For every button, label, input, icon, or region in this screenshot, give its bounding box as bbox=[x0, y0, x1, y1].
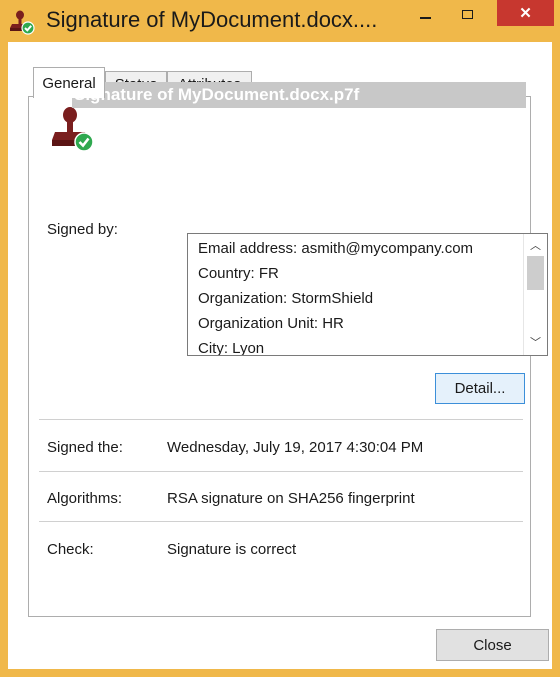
scroll-up-icon[interactable]: ︿ bbox=[524, 236, 547, 256]
title-bar[interactable]: Signature of MyDocument.docx.... ✕ bbox=[0, 0, 560, 42]
check-label: Check: bbox=[47, 541, 94, 558]
divider bbox=[39, 419, 523, 420]
divider bbox=[39, 471, 523, 472]
list-item: City: Lyon bbox=[198, 340, 265, 356]
maximize-icon bbox=[461, 9, 473, 19]
signed-the-value: Wednesday, July 19, 2017 4:30:04 PM bbox=[167, 439, 424, 456]
divider bbox=[39, 521, 523, 522]
algorithms-label: Algorithms: bbox=[47, 490, 123, 507]
signature-file-title: Signature of MyDocument.docx.p7f bbox=[72, 82, 526, 108]
check-status-value: Signature is correct bbox=[167, 541, 297, 558]
scrollbar-thumb[interactable] bbox=[527, 256, 544, 290]
close-button[interactable]: Close bbox=[436, 629, 549, 661]
window-title: Signature of MyDocument.docx.... bbox=[46, 7, 378, 32]
signer-listbox[interactable]: Email address: asmith@mycompany.com Coun… bbox=[187, 233, 548, 356]
list-item: Email address: asmith@mycompany.com bbox=[198, 240, 474, 257]
signed-the-label: Signed the: bbox=[47, 439, 123, 456]
signature-stamp-icon bbox=[52, 107, 94, 152]
minimize-button[interactable] bbox=[408, 0, 442, 28]
maximize-button[interactable] bbox=[450, 0, 484, 28]
detail-button[interactable]: Detail... bbox=[435, 373, 525, 404]
list-item: Country: FR bbox=[198, 265, 279, 282]
algorithms-value: RSA signature on SHA256 fingerprint bbox=[167, 490, 415, 507]
scroll-down-icon[interactable]: ﹀ bbox=[524, 333, 547, 353]
minimize-icon bbox=[419, 17, 431, 19]
signature-stamp-icon bbox=[10, 10, 35, 35]
tab-general[interactable]: General bbox=[33, 67, 105, 98]
close-window-button[interactable]: ✕ bbox=[497, 0, 554, 26]
close-icon: ✕ bbox=[519, 5, 532, 22]
signature-dialog-window: Signature of MyDocument.docx.... ✕ Gener… bbox=[0, 0, 560, 677]
dialog-client-area: General Status Attributes Signed by: Ema… bbox=[8, 42, 552, 669]
signed-by-label: Signed by: bbox=[47, 221, 118, 238]
list-item: Organization: StormShield bbox=[198, 290, 374, 307]
list-item: Organization Unit: HR bbox=[198, 315, 344, 332]
general-tab-panel: Signed by: Email address: asmith@mycompa… bbox=[28, 96, 548, 617]
signer-details-list: Email address: asmith@mycompany.com Coun… bbox=[198, 236, 474, 356]
vertical-scrollbar[interactable]: ︿ ﹀ bbox=[523, 234, 547, 355]
